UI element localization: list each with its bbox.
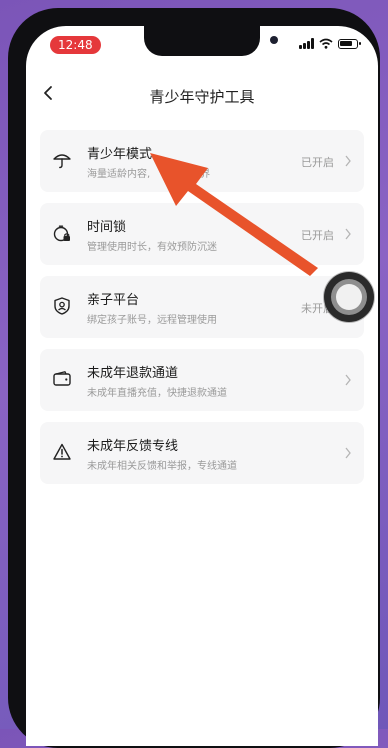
item-desc: 管理使用时长，有效预防沉迷 [87,242,217,253]
item-desc: 绑定孩子账号，远程管理使用 [87,315,217,326]
item-name: 时间锁 [87,220,127,235]
page-title: 青少年守护工具 [149,88,255,106]
assistive-touch-core [336,284,362,310]
app-screen: 12:48 青少年守护工具 青少年模式 海量适龄内容, 世界 已开启 时间锁 管… [26,26,378,746]
item-status: 已开启 [301,229,334,242]
item-name: 青少年模式 [87,147,153,162]
status-icons [299,38,361,49]
tool-list: 青少年模式 海量适龄内容, 世界 已开启 时间锁 管理使用时长，有效预防沉迷 已开… [40,130,364,495]
warning-icon [53,443,71,460]
shield-user-icon [54,297,70,315]
item-desc-part2: 世界 [190,169,211,180]
list-item-time-lock[interactable]: 时间锁 管理使用时长，有效预防沉迷 已开启 [40,203,364,265]
wallet-icon [53,371,71,386]
chevron-right-icon [345,374,351,386]
item-name: 未成年反馈专线 [87,439,179,454]
chevron-right-icon [345,447,351,459]
timer-lock-icon [53,225,70,242]
front-camera [270,36,278,44]
item-desc: 未成年相关反馈和举报，专线通道 [87,461,237,472]
list-item-parent-platform[interactable]: 亲子平台 绑定孩子账号，远程管理使用 未开启 [40,276,364,338]
nav-header: 青少年守护工具 [26,76,378,112]
item-desc: 未成年直播充值，快捷退款通道 [87,388,227,399]
item-desc: 海量适龄内容, 世界 [87,165,210,180]
umbrella-icon [53,154,71,169]
chevron-right-icon [345,155,351,167]
notch [144,26,278,56]
item-desc-part1: 海量适龄内容, [87,169,151,180]
item-status: 已开启 [301,156,334,169]
item-name: 亲子平台 [87,293,140,308]
signal-icon [299,38,314,49]
chevron-right-icon [345,228,351,240]
phone-frame: 12:48 青少年守护工具 青少年模式 海量适龄内容, 世界 已开启 时间锁 管… [8,8,380,748]
list-item-refund-channel[interactable]: 未成年退款通道 未成年直播充值，快捷退款通道 [40,349,364,411]
status-time: 12:48 [50,36,101,54]
list-item-feedback-line[interactable]: 未成年反馈专线 未成年相关反馈和举报，专线通道 [40,422,364,484]
wifi-icon [319,38,333,49]
assistive-touch-button[interactable] [324,272,374,322]
battery-icon [338,38,361,49]
item-name: 未成年退款通道 [87,366,179,381]
list-item-youth-mode[interactable]: 青少年模式 海量适龄内容, 世界 已开启 [40,130,364,192]
